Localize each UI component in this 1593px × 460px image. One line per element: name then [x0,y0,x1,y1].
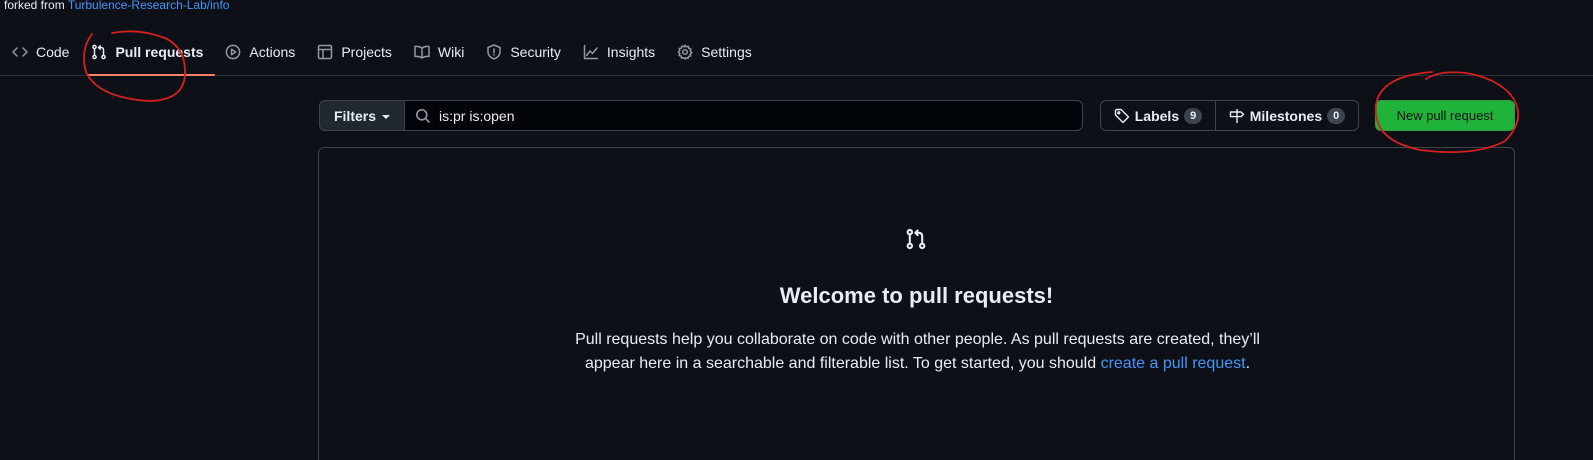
blankslate-description: Pull requests help you collaborate on co… [559,328,1276,376]
search-icon [416,108,431,123]
code-icon [12,46,28,57]
blankslate-title: Welcome to pull requests! [779,283,1054,308]
tab-projects[interactable]: Projects [313,30,404,75]
tab-pull-requests[interactable]: Pull requests [87,30,216,76]
tab-wiki-label: Wiki [437,43,465,60]
git-pull-request-icon [906,228,926,250]
tab-wiki[interactable]: Wiki [410,30,476,75]
labels-label: Labels [1134,107,1180,124]
tag-icon [1114,108,1129,123]
tab-actions-label: Actions [249,43,296,60]
tab-security[interactable]: Security [482,30,573,75]
caret-down-icon [382,114,390,119]
labels-count-badge: 9 [1184,107,1203,124]
pull-requests-page: forked from Turbulence-Research-Lab/info… [0,0,1593,460]
book-icon [414,45,430,59]
blankslate-text-after: . [1245,355,1251,372]
repo-nav: Code Pull requests Actions Projects Wiki… [0,30,1593,76]
tab-settings[interactable]: Settings [673,30,764,75]
graph-icon [583,44,599,59]
milestone-icon [1229,108,1244,123]
play-icon [226,44,241,59]
fork-source-link[interactable]: Turbulence-Research-Lab/info [68,0,230,12]
tab-actions[interactable]: Actions [221,30,307,75]
milestones-count-badge: 0 [1327,107,1346,124]
tab-insights-label: Insights [606,43,656,60]
tab-insights[interactable]: Insights [579,30,667,75]
tab-settings-label: Settings [701,43,752,60]
search-field[interactable] [404,100,1083,131]
filters-label: Filters [333,107,376,124]
table-icon [318,44,333,59]
new-pull-request-button[interactable]: New pull request [1375,100,1515,131]
gear-icon [677,43,693,60]
create-pull-request-link[interactable]: create a pull request [1101,355,1246,372]
milestones-label: Milestones [1249,107,1323,124]
tab-security-label: Security [510,43,561,60]
filters-button[interactable]: Filters [319,100,405,131]
git-pull-request-icon [92,44,107,59]
blankslate: Welcome to pull requests! Pull requests … [318,147,1515,460]
tab-pull-requests-label: Pull requests [115,43,204,60]
search-input[interactable] [439,107,1039,124]
tab-code-label: Code [36,43,70,60]
tab-code[interactable]: Code [8,30,81,75]
milestones-button[interactable]: Milestones 0 [1216,101,1358,130]
fork-prefix: forked from [4,0,65,12]
blankslate-icon-wrap [905,228,927,250]
labels-button[interactable]: Labels 9 [1101,101,1216,130]
tab-projects-label: Projects [341,43,392,60]
labels-milestones-group: Labels 9 Milestones 0 [1100,100,1359,131]
fork-info: forked from Turbulence-Research-Lab/info [4,0,229,12]
shield-icon [487,43,502,60]
